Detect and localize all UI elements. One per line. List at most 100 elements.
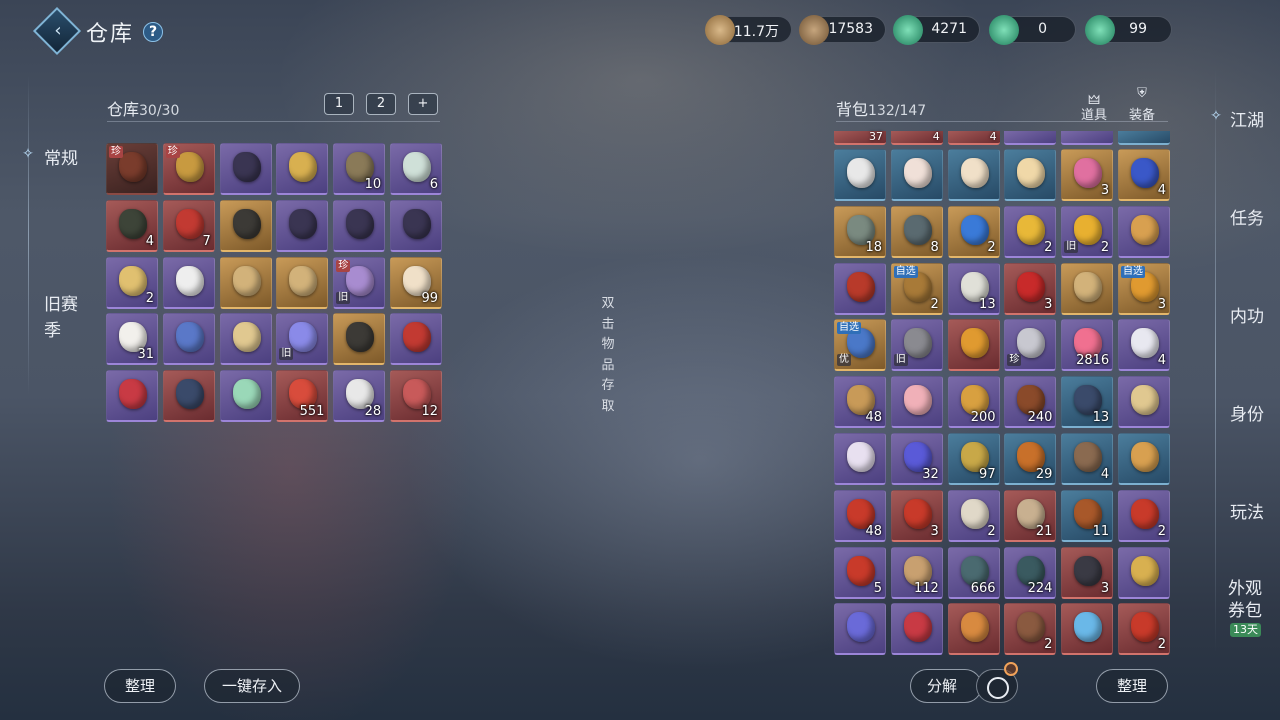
bag-slot[interactable]: 112 <box>890 546 943 599</box>
bag-slot[interactable]: 224 <box>1004 546 1057 599</box>
bag-slot[interactable] <box>1004 149 1057 201</box>
bag-slot[interactable]: 4 <box>1118 149 1170 201</box>
bag-slot[interactable]: 3 <box>1061 546 1114 599</box>
warehouse-slot[interactable]: 2 <box>106 256 158 309</box>
tab-regular[interactable]: 常规 <box>44 144 78 169</box>
tab-inner-skill[interactable]: 内功 <box>1230 302 1264 327</box>
warehouse-slot[interactable]: 99 <box>390 256 442 309</box>
bag-slot[interactable]: 2 <box>1118 603 1170 656</box>
bag-slot[interactable]: 13 <box>1061 376 1114 429</box>
deposit-all-button[interactable]: 一键存入 <box>204 669 300 703</box>
warehouse-page-2-icon[interactable]: 2 <box>366 93 396 115</box>
bag-slot[interactable]: 自选优 <box>834 319 886 372</box>
tab-old-season[interactable]: 旧赛季 <box>44 292 84 344</box>
bag-slot[interactable] <box>947 149 1000 201</box>
bag-slot-partial[interactable]: 4 <box>947 130 1000 145</box>
decompose-button[interactable]: 分解 <box>910 669 982 703</box>
back-arrow-icon[interactable]: ‹ <box>46 16 70 46</box>
bag-slot[interactable] <box>947 603 1000 656</box>
bag-slot[interactable]: 2 <box>1004 205 1057 258</box>
warehouse-page-1-icon[interactable]: 1 <box>324 93 354 115</box>
bag-slot[interactable]: 5 <box>834 546 886 599</box>
currency-jade-3[interactable]: 99 <box>1085 15 1172 45</box>
category-equipment[interactable]: ⛨ 装备 <box>1124 86 1160 123</box>
warehouse-slot[interactable]: 珍 <box>106 143 158 195</box>
tab-jianghu[interactable]: 江湖 <box>1230 106 1264 131</box>
bag-slot[interactable] <box>1118 433 1170 485</box>
sort-warehouse-button[interactable]: 整理 <box>104 669 176 703</box>
bag-slot[interactable]: 珍 <box>1004 319 1057 372</box>
warehouse-slot[interactable] <box>162 256 215 309</box>
bag-slot[interactable]: 2 <box>1004 603 1057 656</box>
tab-identity[interactable]: 身份 <box>1230 400 1264 425</box>
bag-slot[interactable]: 2 <box>1118 489 1170 542</box>
bag-slot[interactable]: 29 <box>1004 433 1057 485</box>
tab-appearance-voucher[interactable]: 外观券包 <box>1228 578 1268 622</box>
bag-slot-partial[interactable] <box>1118 131 1170 145</box>
sort-bag-button[interactable]: 整理 <box>1096 669 1168 703</box>
warehouse-slot[interactable]: 10 <box>333 143 386 195</box>
bag-slot[interactable] <box>890 603 943 656</box>
warehouse-slot[interactable] <box>219 143 272 195</box>
bag-slot[interactable] <box>834 149 886 201</box>
bag-slot[interactable] <box>834 433 886 485</box>
warehouse-slot[interactable] <box>276 143 329 195</box>
help-icon[interactable]: ? <box>143 22 163 42</box>
bag-slot[interactable] <box>1061 262 1114 315</box>
currency-jade-1[interactable]: 4271 <box>893 15 980 45</box>
bag-slot[interactable]: 2 <box>947 489 1000 542</box>
warehouse-slot[interactable] <box>276 199 329 252</box>
warehouse-slot[interactable]: 4 <box>106 199 158 252</box>
bag-slot[interactable]: 11 <box>1061 489 1114 542</box>
warehouse-slot[interactable] <box>390 313 442 366</box>
bag-slot-partial[interactable] <box>1004 131 1057 145</box>
bag-slot[interactable]: 3 <box>1061 149 1114 201</box>
currency-scroll[interactable]: 11.7万 <box>705 15 792 45</box>
bag-slot[interactable]: 97 <box>947 433 1000 485</box>
bag-slot[interactable]: 48 <box>834 376 886 429</box>
warehouse-slot[interactable] <box>219 370 272 423</box>
warehouse-slot[interactable]: 28 <box>333 370 386 423</box>
bag-slot[interactable]: 2816 <box>1061 319 1114 372</box>
bag-slot[interactable]: 4 <box>1061 433 1114 485</box>
bag-slot[interactable]: 13 <box>947 262 1000 315</box>
warehouse-slot[interactable] <box>219 199 272 252</box>
warehouse-slot[interactable] <box>106 370 158 423</box>
bag-slot[interactable]: 666 <box>947 546 1000 599</box>
bag-slot[interactable]: 48 <box>834 489 886 542</box>
warehouse-slot[interactable]: 551 <box>276 370 329 423</box>
warehouse-slot[interactable] <box>390 199 442 252</box>
bag-slot[interactable] <box>1118 546 1170 599</box>
bag-slot[interactable] <box>834 262 886 315</box>
warehouse-slot[interactable]: 旧 <box>276 313 329 366</box>
warehouse-slot[interactable]: 7 <box>162 199 215 252</box>
warehouse-slot[interactable] <box>162 313 215 366</box>
warehouse-slot[interactable]: 12 <box>390 370 442 423</box>
bag-slot[interactable]: 自选 3 <box>1118 262 1170 315</box>
warehouse-add-page-icon[interactable]: + <box>408 93 438 115</box>
warehouse-slot[interactable]: 珍旧 <box>333 256 386 309</box>
category-items[interactable]: 🜲 道具 <box>1076 86 1112 123</box>
bag-slot[interactable]: 旧2 <box>1061 205 1114 258</box>
bag-slot[interactable]: 3 <box>1004 262 1057 315</box>
bag-slot[interactable]: 2 <box>947 205 1000 258</box>
bag-slot[interactable] <box>1061 603 1114 656</box>
warehouse-slot[interactable]: 6 <box>390 143 442 195</box>
bag-slot[interactable]: 旧 <box>890 319 943 372</box>
bag-slot[interactable] <box>834 603 886 656</box>
currency-jade-2[interactable]: 0 <box>989 15 1076 45</box>
currency-coin[interactable]: 17583 <box>799 15 886 45</box>
warehouse-slot[interactable] <box>333 313 386 366</box>
warehouse-slot[interactable] <box>333 199 386 252</box>
bag-slot[interactable]: 18 <box>834 205 886 258</box>
bag-slot[interactable]: 8 <box>890 205 943 258</box>
bag-slot[interactable]: 21 <box>1004 489 1057 542</box>
bag-slot[interactable] <box>1118 376 1170 429</box>
bag-slot[interactable]: 200 <box>947 376 1000 429</box>
bag-slot-partial[interactable] <box>1061 131 1114 145</box>
bag-slot[interactable] <box>890 376 943 429</box>
bag-slot[interactable]: 3 <box>890 489 943 542</box>
warehouse-slot[interactable] <box>162 370 215 423</box>
bag-slot[interactable]: 32 <box>890 433 943 485</box>
tab-gameplay[interactable]: 玩法 <box>1230 498 1264 523</box>
